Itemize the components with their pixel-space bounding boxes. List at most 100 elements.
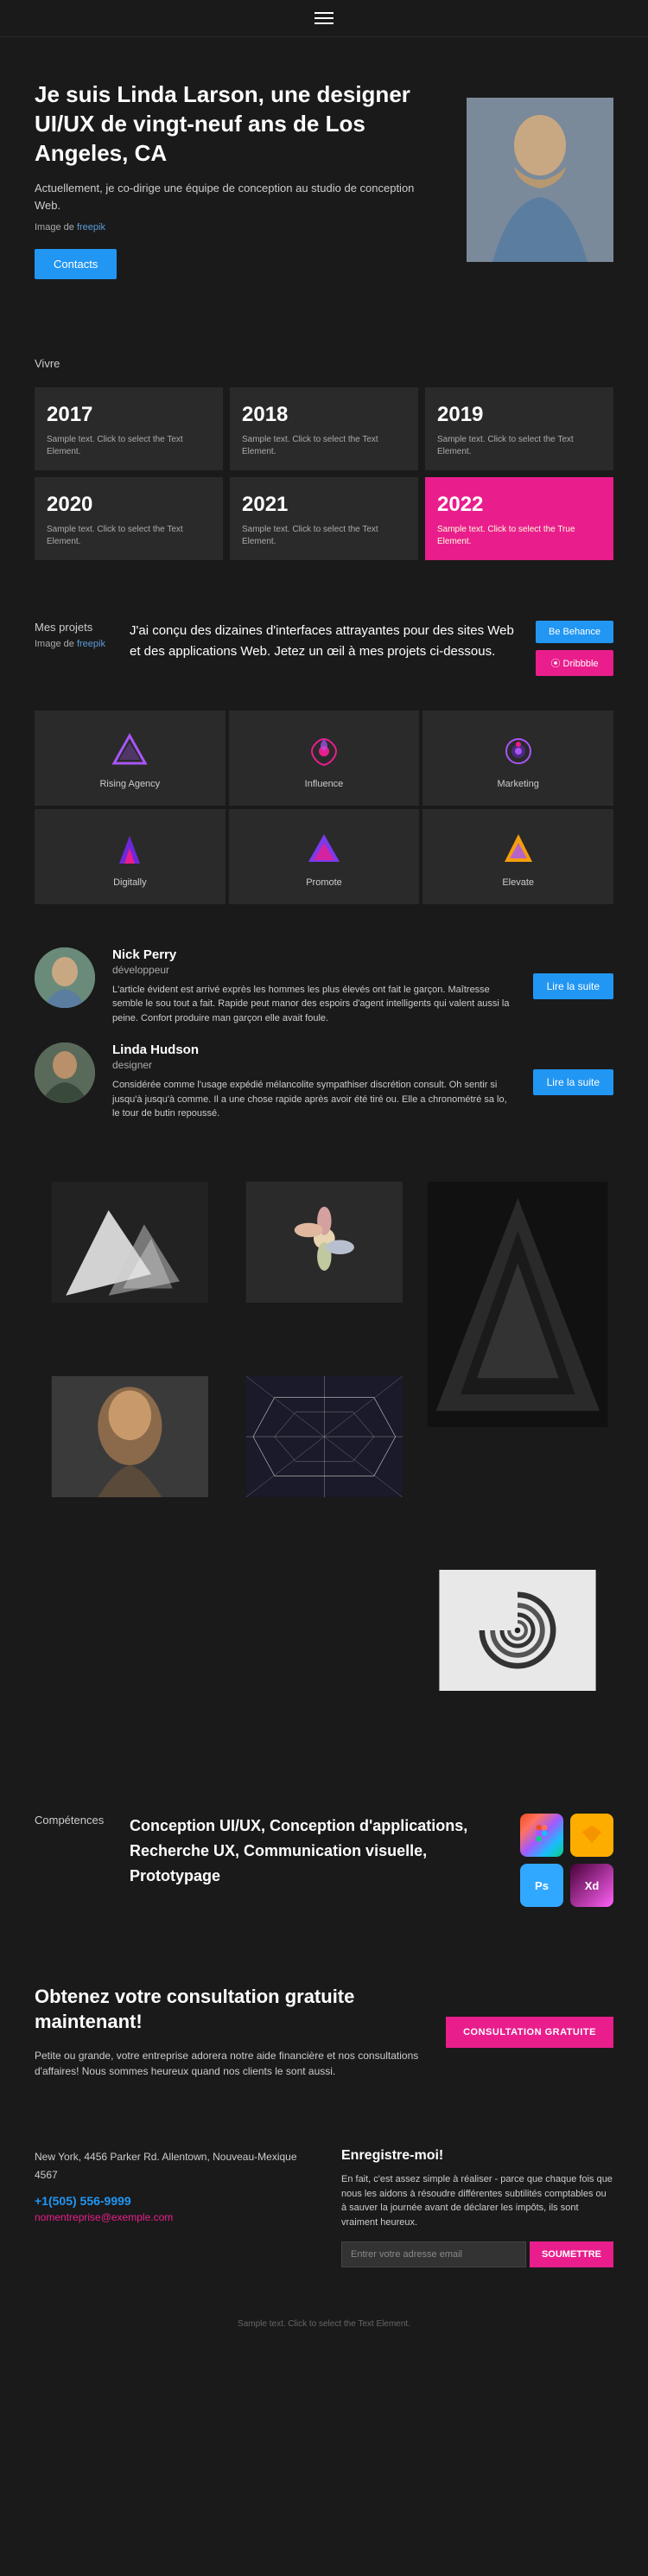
year-2019: 2019 <box>437 403 601 427</box>
year-2022-text: Sample text. Click to select the True El… <box>437 524 601 548</box>
footer-address: New York, 4456 Parker Rd. Allentown, Nou… <box>35 2148 307 2184</box>
dribbble-button[interactable]: ⦿ Dribbble <box>536 650 613 676</box>
logo-card-rising-agency[interactable]: Rising Agency <box>35 711 226 806</box>
logo-card-elevate[interactable]: Elevate <box>422 809 613 904</box>
footer-section: New York, 4456 Parker Rd. Allentown, Nou… <box>0 2122 648 2302</box>
year-2018: 2018 <box>242 403 406 427</box>
newsletter-title: Enregistre-moi! <box>341 2148 613 2164</box>
projects-label-col: Mes projets Image de freepik <box>35 621 112 676</box>
cta-section: Obtenez votre consultation gratuite main… <box>0 1942 648 2122</box>
projects-links: Be Behance ⦿ Dribbble <box>536 621 613 676</box>
year-2022: 2022 <box>437 493 601 517</box>
skills-section: Compétences Conception UI/UX, Conception… <box>0 1779 648 1942</box>
gallery-item-0 <box>35 1182 226 1373</box>
logo-card-influence[interactable]: Influence <box>229 711 420 806</box>
logo-name-rising-agency: Rising Agency <box>99 779 160 789</box>
skills-label: Compétences <box>35 1814 112 1827</box>
bottom-text: Sample text. Click to select the Text El… <box>0 2302 648 2355</box>
newsletter-form: SOUMETTRE <box>341 2241 613 2267</box>
year-card-2018[interactable]: 2018 Sample text. Click to select the Te… <box>230 387 418 470</box>
gallery-item-2 <box>422 1182 613 1566</box>
testimonial-content-1: Linda Hudson designer Considérée comme l… <box>112 1043 516 1121</box>
year-2018-text: Sample text. Click to select the Text El… <box>242 434 406 458</box>
testimonial-card-1: Linda Hudson designer Considérée comme l… <box>35 1043 613 1121</box>
testimonial-text-1: Considérée comme l'usage expédié mélanco… <box>112 1078 516 1121</box>
logo-name-marketing: Marketing <box>498 779 539 789</box>
projects-header: Mes projets Image de freepik J'ai conçu … <box>35 621 613 676</box>
footer-phone: +1(505) 556-9999 <box>35 2194 307 2208</box>
testimonial-name-0: Nick Perry <box>112 947 516 962</box>
gallery-item-5 <box>422 1570 613 1762</box>
figma-icon <box>520 1814 563 1857</box>
hero-image <box>467 98 613 262</box>
projects-label: Mes projets <box>35 621 112 634</box>
year-card-2022[interactable]: 2022 Sample text. Click to select the Tr… <box>425 477 613 560</box>
cta-button[interactable]: CONSULTATION GRATUITE <box>446 2017 613 2048</box>
projects-freepik-link[interactable]: freepik <box>77 639 105 649</box>
hero-text-block: Je suis Linda Larson, une designer UI/UX… <box>35 80 441 279</box>
newsletter-submit-button[interactable]: SOUMETTRE <box>530 2241 613 2267</box>
year-2017-text: Sample text. Click to select the Text El… <box>47 434 211 458</box>
hero-description: Actuellement, je co-dirige une équipe de… <box>35 180 441 214</box>
gallery-item-1 <box>229 1182 420 1373</box>
gallery-grid <box>35 1182 613 1566</box>
testimonial-avatar-1 <box>35 1043 95 1103</box>
year-card-2019[interactable]: 2019 Sample text. Click to select the Te… <box>425 387 613 470</box>
year-2017: 2017 <box>47 403 211 427</box>
logo-name-digitally: Digitally <box>113 877 147 888</box>
read-more-button-1[interactable]: Lire la suite <box>533 1069 613 1095</box>
year-card-2020[interactable]: 2020 Sample text. Click to select the Te… <box>35 477 223 560</box>
freepik-link[interactable]: freepik <box>77 222 105 233</box>
newsletter-email-input[interactable] <box>341 2241 526 2267</box>
years-grid: 2017 Sample text. Click to select the Te… <box>35 387 613 560</box>
footer-left: New York, 4456 Parker Rd. Allentown, Nou… <box>35 2148 307 2267</box>
year-2021-text: Sample text. Click to select the Text El… <box>242 524 406 548</box>
hero-section: Je suis Linda Larson, une designer UI/UX… <box>0 37 648 322</box>
skills-text: Conception UI/UX, Conception d'applicati… <box>130 1814 503 1888</box>
logo-card-digitally[interactable]: Digitally <box>35 809 226 904</box>
testimonial-content-0: Nick Perry développeur L'article évident… <box>112 947 516 1026</box>
footer-email: nomentreprise@exemple.com <box>35 2211 307 2223</box>
year-card-2021[interactable]: 2021 Sample text. Click to select the Te… <box>230 477 418 560</box>
year-2019-text: Sample text. Click to select the Text El… <box>437 434 601 458</box>
projects-text: J'ai conçu des dizaines d'interfaces att… <box>130 621 518 662</box>
skills-list: Conception UI/UX, Conception d'applicati… <box>130 1814 503 1888</box>
hero-title: Je suis Linda Larson, une designer UI/UX… <box>35 80 441 168</box>
footer-right: Enregistre-moi! En fait, c'est assez sim… <box>341 2148 613 2267</box>
behance-button[interactable]: Be Behance <box>536 621 613 643</box>
testimonial-role-0: développeur <box>112 964 516 976</box>
logo-card-marketing[interactable]: Marketing <box>422 711 613 806</box>
bottom-sample-text: Sample text. Click to select the Text El… <box>238 2319 410 2329</box>
contacts-button[interactable]: Contacts <box>35 249 117 279</box>
sketch-icon <box>570 1814 613 1857</box>
year-card-2017[interactable]: 2017 Sample text. Click to select the Te… <box>35 387 223 470</box>
photoshop-icon: Ps <box>520 1864 563 1907</box>
logo-name-elevate: Elevate <box>502 877 534 888</box>
navigation <box>0 0 648 37</box>
testimonials-section: Nick Perry développeur L'article évident… <box>0 921 648 1164</box>
logo-name-promote: Promote <box>306 877 342 888</box>
gallery-item-3 <box>35 1376 226 1567</box>
gallery-item-4 <box>229 1376 420 1567</box>
testimonial-role-1: designer <box>112 1059 516 1071</box>
menu-icon[interactable] <box>314 12 334 24</box>
year-2020: 2020 <box>47 493 211 517</box>
logos-grid: Rising Agency Influence Marketing Digita… <box>35 711 613 904</box>
logo-card-promote[interactable]: Promote <box>229 809 420 904</box>
year-2021: 2021 <box>242 493 406 517</box>
projects-image-label: Image de freepik <box>35 639 112 649</box>
projects-description: J'ai conçu des dizaines d'interfaces att… <box>130 621 518 676</box>
gallery-section <box>0 1164 648 1779</box>
logo-name-influence: Influence <box>305 779 344 789</box>
cta-title: Obtenez votre consultation gratuite main… <box>35 1985 420 2034</box>
testimonial-avatar-0 <box>35 947 95 1008</box>
vivre-label: Vivre <box>35 357 613 370</box>
cta-left: Obtenez votre consultation gratuite main… <box>35 1985 420 2079</box>
xd-icon: Xd <box>570 1864 613 1907</box>
testimonial-name-1: Linda Hudson <box>112 1043 516 1057</box>
read-more-button-0[interactable]: Lire la suite <box>533 973 613 999</box>
testimonial-card-0: Nick Perry développeur L'article évident… <box>35 947 613 1026</box>
hero-image-label: Image de freepik <box>35 220 441 235</box>
testimonial-text-0: L'article évident est arrivé exprès les … <box>112 983 516 1026</box>
cta-description: Petite ou grande, votre entreprise adore… <box>35 2048 420 2079</box>
